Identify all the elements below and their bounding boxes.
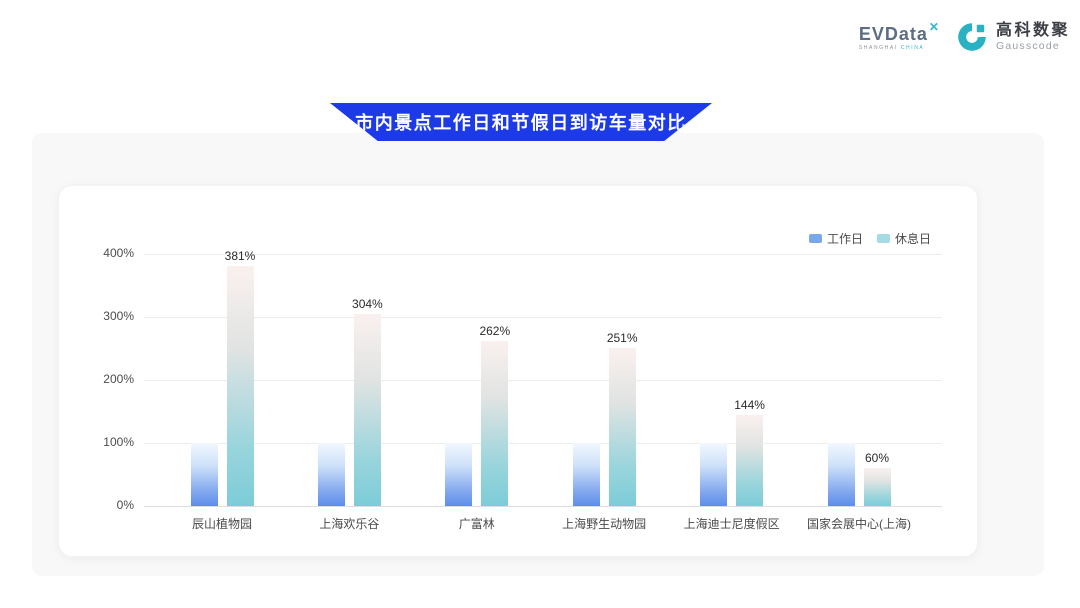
bar-restday[interactable]: [864, 468, 891, 506]
gausscode-logo: 高科数聚 Gausscode: [955, 20, 1070, 54]
page-title: 市内景点工作日和节假日到访车量对比: [355, 109, 687, 135]
evdata-logo: EVData ✕ SHANGHAI CHINA: [859, 24, 939, 51]
bar-workday[interactable]: [573, 443, 600, 506]
bar-value-label: 144%: [720, 398, 780, 412]
gausscode-g-icon: [955, 20, 989, 54]
bar-value-label: 60%: [847, 451, 907, 465]
y-axis-tick: 0%: [59, 498, 134, 512]
gridline: [144, 443, 942, 444]
gausscode-cn: 高科数聚: [996, 22, 1070, 40]
bar-restday[interactable]: [227, 266, 254, 506]
bar-value-label: 304%: [337, 297, 397, 311]
gridline: [144, 380, 942, 381]
bar-chart: 0%100%200%300%400%381%辰山植物园304%上海欢乐谷262%…: [59, 186, 977, 556]
bar-value-label: 381%: [210, 249, 270, 263]
gausscode-text: 高科数聚 Gausscode: [996, 22, 1070, 52]
bar-value-label: 251%: [592, 331, 652, 345]
x-axis-label: 国家会展中心(上海): [784, 515, 934, 532]
bar-value-label: 262%: [465, 324, 525, 338]
x-axis-line: [144, 506, 942, 507]
y-axis-tick: 100%: [59, 435, 134, 449]
page: EVData ✕ SHANGHAI CHINA 高科数聚 Gausscode 市…: [0, 0, 1080, 608]
bar-restday[interactable]: [481, 341, 508, 506]
y-axis-tick: 200%: [59, 372, 134, 386]
evdata-subtext: SHANGHAI CHINA: [859, 45, 924, 51]
title-banner: 市内景点工作日和节假日到访车量对比: [330, 103, 712, 141]
gridline: [144, 317, 942, 318]
brand-logos: EVData ✕ SHANGHAI CHINA 高科数聚 Gausscode: [859, 20, 1070, 54]
bar-restday[interactable]: [354, 314, 381, 506]
chart-card: 工作日休息日 0%100%200%300%400%381%辰山植物园304%上海…: [58, 185, 978, 557]
evdata-wordmark: EVData: [859, 24, 928, 44]
bar-restday[interactable]: [736, 415, 763, 506]
bar-workday[interactable]: [191, 443, 218, 506]
y-axis-tick: 300%: [59, 309, 134, 323]
y-axis-tick: 400%: [59, 246, 134, 260]
bar-workday[interactable]: [318, 443, 345, 506]
evdata-x-icon: ✕: [929, 20, 939, 34]
gausscode-en: Gausscode: [996, 40, 1070, 52]
bar-restday[interactable]: [609, 348, 636, 506]
bar-workday[interactable]: [700, 443, 727, 506]
bar-workday[interactable]: [445, 443, 472, 506]
